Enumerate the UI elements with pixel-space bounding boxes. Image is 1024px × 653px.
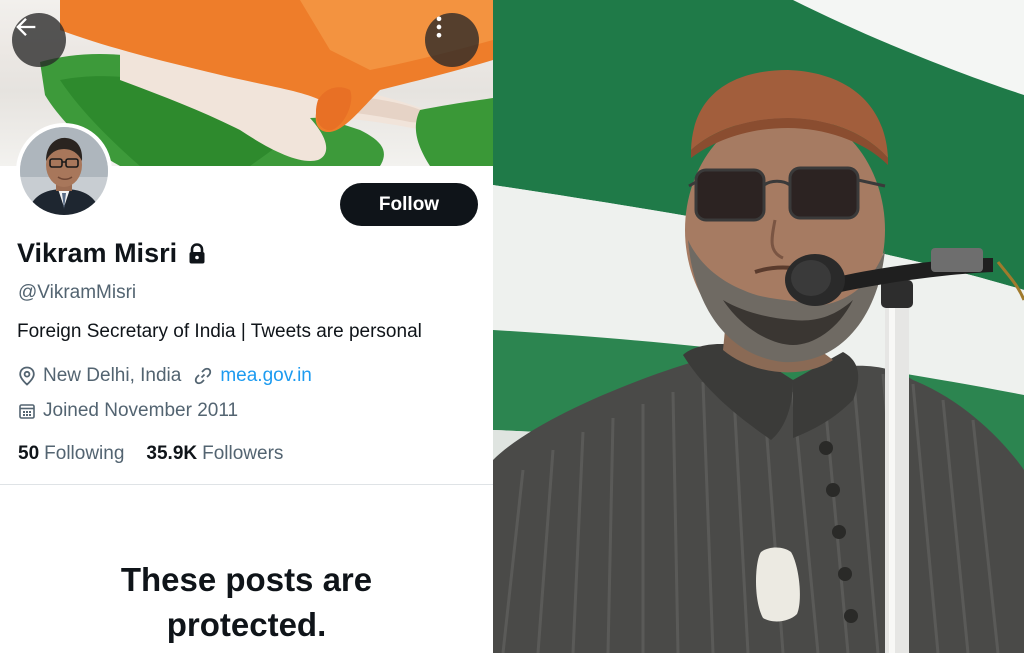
location-pin-icon (18, 366, 36, 386)
profile-meta-row: New Delhi, India mea.gov.in (18, 365, 312, 387)
link-icon (193, 366, 213, 386)
profile-handle: @VikramMisri (18, 282, 137, 303)
following-link[interactable]: 50 Following (18, 443, 124, 465)
profile-joined-row: Joined November 2011 (18, 400, 238, 422)
followers-link[interactable]: 35.9K Followers (146, 443, 283, 465)
back-button[interactable] (12, 13, 66, 67)
divider (0, 484, 493, 485)
lock-icon (187, 242, 207, 265)
following-label: Following (44, 443, 125, 464)
calendar-icon (18, 402, 36, 420)
protected-notice-line-2: protected. (166, 606, 327, 643)
arrow-left-icon (16, 18, 36, 36)
profile-location: New Delhi, India (43, 365, 182, 386)
name-row: Vikram Misri (17, 238, 207, 269)
followers-count: 35.9K (146, 443, 198, 464)
display-name: Vikram Misri (17, 238, 178, 268)
profile-stats-row: 50 Following 35.9K Followers (18, 443, 283, 465)
follow-button[interactable]: Follow (340, 183, 478, 226)
profile-bio: Foreign Secretary of India | Tweets are … (17, 321, 422, 342)
more-vertical-icon (436, 16, 442, 38)
followers-label: Followers (202, 443, 284, 464)
avatar-photo (20, 127, 108, 215)
profile-joined-date: Joined November 2011 (43, 400, 239, 421)
profile-website-link[interactable]: mea.gov.in (220, 365, 312, 387)
speaker-photo (493, 0, 1024, 653)
protected-posts-notice: These posts are protected. (0, 557, 493, 647)
more-options-button[interactable] (425, 13, 479, 67)
avatar[interactable] (16, 123, 112, 219)
profile-screenshot: Follow Vikram Misri @VikramMisri Foreign… (0, 0, 493, 653)
speaker-at-microphone-image (493, 0, 1024, 653)
following-count: 50 (18, 443, 40, 464)
protected-notice-line-1: These posts are (120, 561, 373, 598)
